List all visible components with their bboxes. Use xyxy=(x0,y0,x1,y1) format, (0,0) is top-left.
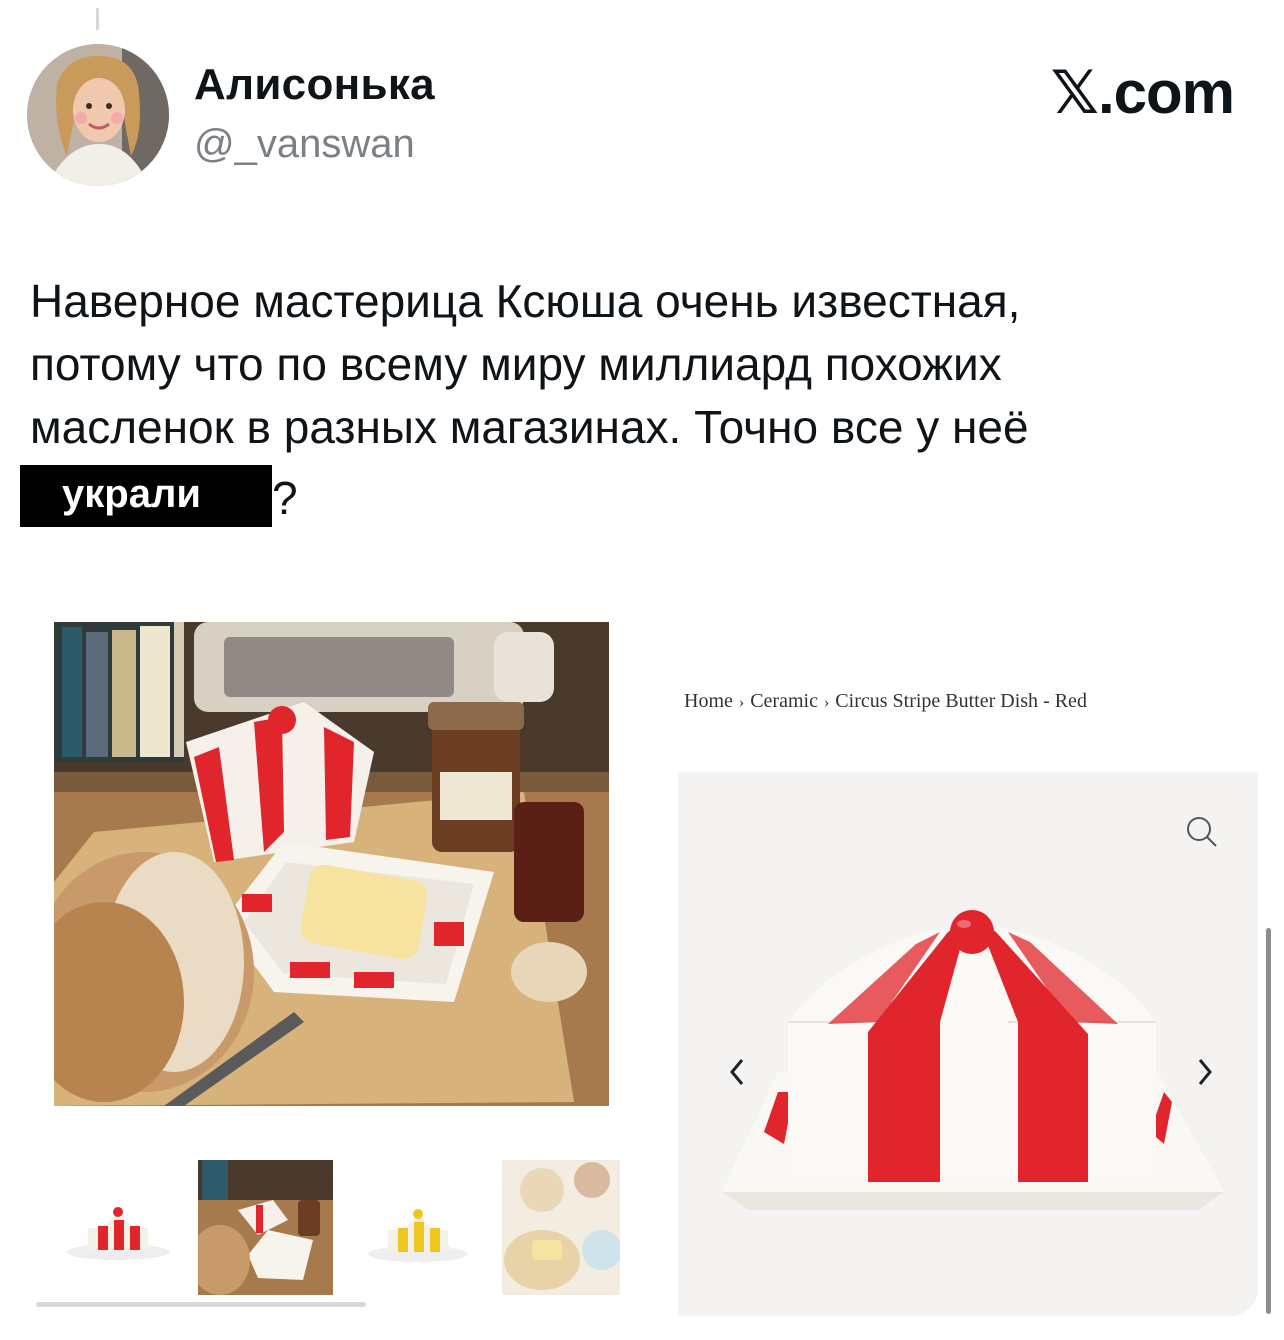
censored-word-highlight: украли xyxy=(20,465,272,527)
chevron-right-icon[interactable] xyxy=(1190,1052,1220,1092)
lifestyle-photo[interactable] xyxy=(54,622,609,1106)
red-butter-dish-image xyxy=(722,910,1224,1210)
question-mark: ? xyxy=(272,472,298,524)
thumbnail-yellow-dish[interactable] xyxy=(350,1160,485,1295)
page-scrollbar[interactable] xyxy=(1266,928,1271,1314)
thumbnail-lifestyle[interactable] xyxy=(198,1160,333,1295)
product-image-panel[interactable] xyxy=(678,772,1258,1316)
display-name[interactable]: Алисонька xyxy=(194,60,435,110)
zoom-icon[interactable] xyxy=(1182,812,1222,852)
thumbnail-table[interactable] xyxy=(502,1160,620,1295)
thumbnail-red-dish[interactable] xyxy=(48,1160,183,1295)
avatar-image xyxy=(27,44,169,186)
tweet-line: потому что по всему миру миллиард похожи… xyxy=(30,338,1002,390)
thumbnail-scrollbar[interactable] xyxy=(36,1302,366,1307)
avatar[interactable] xyxy=(27,44,169,186)
top-divider-tick xyxy=(96,8,99,30)
breadcrumb-product[interactable]: Circus Stripe Butter Dish - Red xyxy=(835,690,1087,712)
chevron-right-icon: › xyxy=(738,694,745,711)
chevron-left-icon[interactable] xyxy=(722,1052,752,1092)
x-logo: 𝕏.com xyxy=(1050,59,1235,126)
user-handle[interactable]: @_vanswan xyxy=(194,122,415,167)
thumbnail-strip[interactable] xyxy=(40,1160,620,1300)
breadcrumb-ceramic[interactable]: Ceramic xyxy=(750,690,818,712)
tweet-line: украли? xyxy=(20,465,1260,530)
tweet-line: масленок в разных магазинах. Точно все у… xyxy=(30,401,1029,453)
tweet-line: Наверное мастерица Ксюша очень известная… xyxy=(30,275,1021,327)
breadcrumb: Home › Ceramic › Circus Stripe Butter Dish -… xyxy=(684,690,1087,713)
breadcrumb-home[interactable]: Home xyxy=(684,690,733,712)
chevron-right-icon: › xyxy=(823,694,830,711)
tweet-text: Наверное мастерица Ксюша очень известная… xyxy=(20,270,1260,530)
